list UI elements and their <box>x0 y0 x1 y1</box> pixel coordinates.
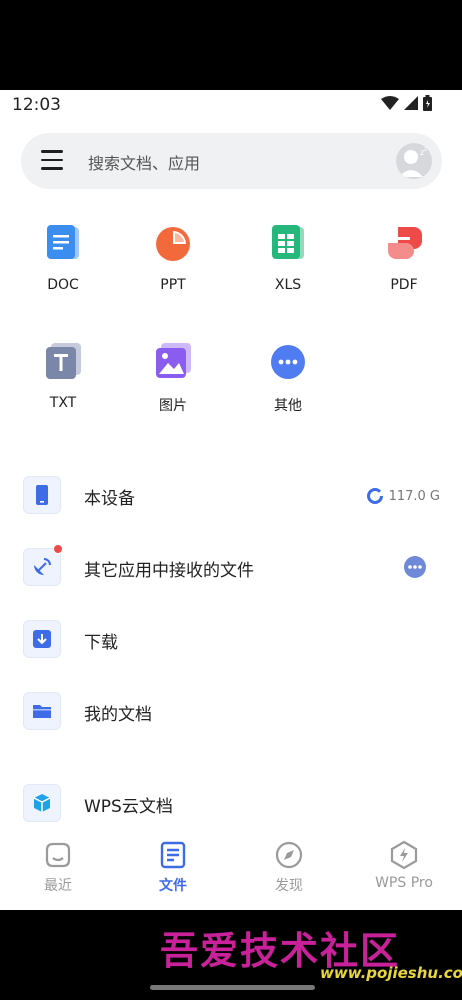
watermark-url: www.pojieshu.com <box>320 964 462 982</box>
cloud-cube-icon-tile <box>23 784 61 822</box>
nav-recent[interactable]: 最近 <box>0 830 116 910</box>
storage-ring-icon <box>366 488 383 504</box>
satellite-icon <box>34 558 51 575</box>
category-label: PPT <box>160 277 186 293</box>
notification-dot <box>53 544 63 554</box>
cloud-cube-icon <box>33 794 51 812</box>
category-xls[interactable]: XLS <box>233 223 343 293</box>
nav-files[interactable]: 文件 <box>115 830 231 910</box>
category-label: 其他 <box>274 398 302 414</box>
folder-icon <box>33 705 51 718</box>
menu-icon[interactable] <box>41 150 65 172</box>
status-bar: 12:03 <box>0 90 462 120</box>
status-icons <box>381 95 432 111</box>
ppt-icon <box>156 227 190 261</box>
list-item-download[interactable]: 下载 <box>0 609 462 669</box>
list-item-label: 我的文档 <box>84 705 152 725</box>
list-item-device[interactable]: 本设备 117.0 G <box>0 465 462 525</box>
category-doc[interactable]: DOC <box>8 223 118 293</box>
more-options-icon[interactable] <box>404 556 426 578</box>
lightning-hex-icon <box>390 840 418 870</box>
pdf-icon <box>388 227 422 259</box>
txt-icon <box>46 343 81 379</box>
category-pdf[interactable]: PDF <box>349 223 459 293</box>
storage-value: 117.0 G <box>388 488 440 504</box>
list-item-my-documents[interactable]: 我的文档 <box>0 681 462 741</box>
nav-label: 最近 <box>44 878 72 894</box>
category-label: XLS <box>274 277 302 293</box>
status-time: 12:03 <box>12 95 61 115</box>
image-icon <box>156 343 191 378</box>
list-item-wps-cloud[interactable]: WPS云文档 <box>0 773 462 833</box>
search-bar[interactable]: 搜索文档、应用 z z <box>21 133 442 189</box>
category-image[interactable]: 图片 <box>118 341 228 415</box>
svg-text:z: z <box>424 146 427 153</box>
app-screen: 12:03 搜索文档、应用 z z DOC PPT XLS PDF TXT 图片… <box>0 90 462 910</box>
nav-label: 文件 <box>159 878 187 894</box>
download-icon-tile <box>23 620 61 658</box>
doc-icon <box>47 225 79 259</box>
category-label: 图片 <box>159 398 187 414</box>
list-item-received[interactable]: 其它应用中接收的文件 <box>0 537 462 597</box>
category-txt[interactable]: TXT <box>8 341 118 411</box>
bottom-nav: 最近 文件 发现 WPS Pro <box>0 830 462 910</box>
phone-icon <box>36 485 48 505</box>
xls-icon <box>272 225 304 259</box>
category-other[interactable]: 其他 <box>233 341 343 415</box>
folder-icon-tile <box>23 692 61 730</box>
nav-wps-pro[interactable]: WPS Pro <box>346 830 462 910</box>
category-ppt[interactable]: PPT <box>118 223 228 293</box>
list-item-label: 其它应用中接收的文件 <box>84 561 254 581</box>
phone-icon-tile <box>23 476 61 514</box>
wifi-icon <box>381 96 399 110</box>
top-black-bar <box>0 0 462 90</box>
download-icon <box>33 630 51 648</box>
search-input[interactable]: 搜索文档、应用 <box>88 150 200 174</box>
compass-icon <box>275 841 303 869</box>
watermark: 吾爱技术社区 www.pojieshu.com <box>160 920 462 982</box>
recent-icon <box>45 842 71 868</box>
category-label: DOC <box>47 277 79 293</box>
storage-info: 117.0 G <box>366 487 440 505</box>
list-item-label: 本设备 <box>84 489 135 509</box>
nav-label: 发现 <box>275 878 303 894</box>
home-indicator[interactable] <box>150 985 315 990</box>
nav-label: WPS Pro <box>375 875 433 891</box>
nav-discover[interactable]: 发现 <box>231 830 347 910</box>
more-icon <box>271 345 305 379</box>
signal-icon <box>404 96 418 110</box>
list-item-label: WPS云文档 <box>84 797 173 817</box>
list-item-label: 下载 <box>84 633 118 653</box>
avatar-icon: z z <box>399 146 427 177</box>
battery-icon <box>423 95 432 111</box>
category-label: TXT <box>49 395 77 411</box>
avatar[interactable]: z z <box>396 143 432 179</box>
category-label: PDF <box>390 277 418 293</box>
files-icon <box>160 841 186 869</box>
